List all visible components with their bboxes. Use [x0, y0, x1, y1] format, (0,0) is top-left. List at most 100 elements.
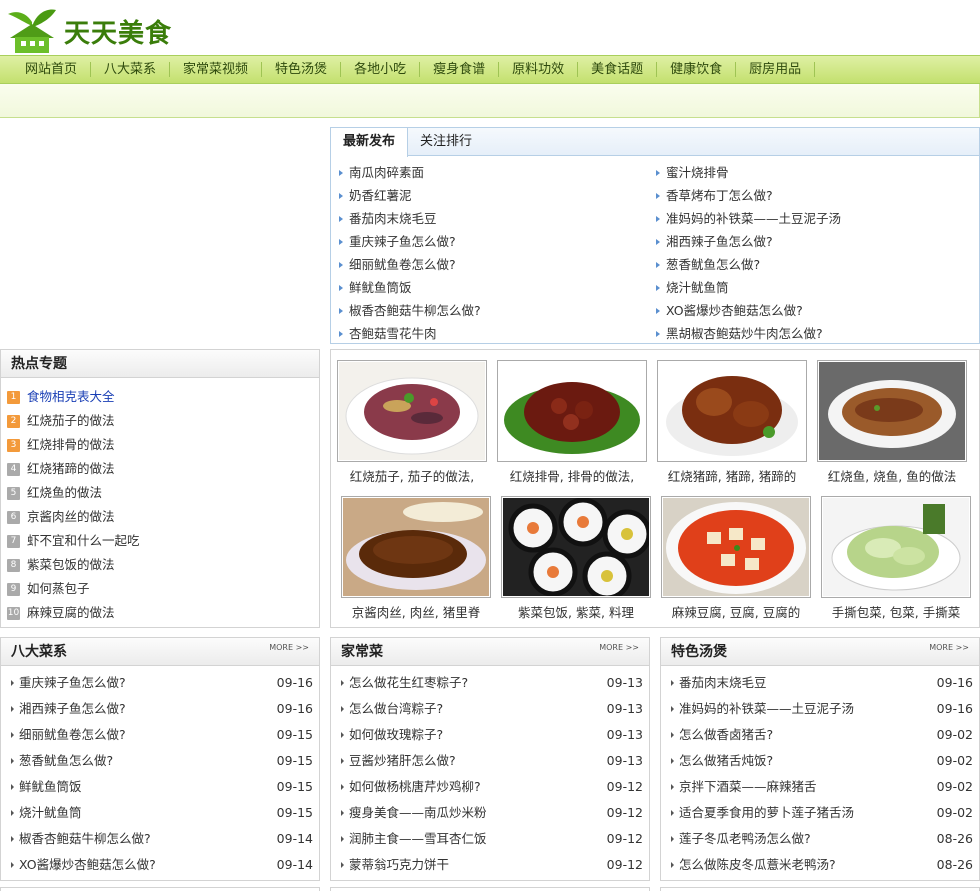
list-item-link[interactable]: 怎么做陈皮冬瓜薏米老鸭汤? — [671, 852, 836, 878]
list-item[interactable]: 9 如何蒸包子 — [7, 577, 319, 601]
list-item[interactable]: 豆酱炒猪肝怎么做? 09-13 — [341, 748, 643, 774]
list-item[interactable]: 重庆辣子鱼怎么做? 09-16 — [11, 670, 313, 696]
nav-item-snacks[interactable]: 各地小吃 — [341, 62, 421, 77]
list-item-link[interactable]: 番茄肉末烧毛豆 — [349, 211, 437, 226]
list-item[interactable]: 10 麻辣豆腐的做法 — [7, 601, 319, 625]
site-logo[interactable]: 天天美食 — [6, 8, 172, 54]
list-item[interactable]: 蜜汁烧排骨 — [654, 161, 971, 184]
dish-photo[interactable] — [501, 496, 651, 598]
list-item-link[interactable]: 奶香红薯泥 — [349, 188, 412, 203]
list-item-link[interactable]: 细丽鱿鱼卷怎么做? — [349, 257, 456, 272]
list-item-link[interactable]: 如何蒸包子 — [27, 577, 90, 601]
list-item-link[interactable]: 南瓜肉碎素面 — [349, 165, 424, 180]
list-item-link[interactable]: 湘西辣子鱼怎么做? — [666, 234, 773, 249]
list-item[interactable]: 葱香鱿鱼怎么做? — [654, 253, 971, 276]
list-item[interactable]: 湘西辣子鱼怎么做? — [654, 230, 971, 253]
list-item[interactable]: 葱香鱿鱼怎么做? 09-15 — [11, 748, 313, 774]
list-item[interactable]: 5 红烧鱼的做法 — [7, 481, 319, 505]
list-item[interactable]: 番茄肉末烧毛豆 09-16 — [671, 670, 973, 696]
list-item-link[interactable]: 虾不宜和什么一起吃 — [27, 529, 140, 553]
list-item[interactable]: 烧汁鱿鱼筒 — [654, 276, 971, 299]
list-item[interactable]: 怎么做猪舌炖饭? 09-02 — [671, 748, 973, 774]
nav-item-soups[interactable]: 特色汤煲 — [262, 62, 342, 77]
list-item[interactable]: 3 红烧排骨的做法 — [7, 433, 319, 457]
list-item-link[interactable]: 重庆辣子鱼怎么做? — [349, 234, 456, 249]
list-item[interactable]: 准妈妈的补铁菜——土豆泥子汤 — [654, 207, 971, 230]
photo-caption[interactable]: 京酱肉丝, 肉丝, 猪里脊 — [341, 602, 491, 621]
list-item-link[interactable]: 蜜汁烧排骨 — [666, 165, 729, 180]
photo-caption[interactable]: 手撕包菜, 包菜, 手撕菜 — [821, 602, 971, 621]
list-item-link[interactable]: 怎么做猪舌炖饭? — [671, 748, 773, 774]
list-item-link[interactable]: 麻辣豆腐的做法 — [27, 601, 115, 625]
list-item-link[interactable]: XO酱爆炒杏鲍菇怎么做? — [11, 852, 156, 878]
list-item[interactable]: 番茄肉末烧毛豆 — [337, 207, 654, 230]
nav-item-diet[interactable]: 瘦身食谱 — [420, 62, 500, 77]
list-item-link[interactable]: 准妈妈的补铁菜——土豆泥子汤 — [671, 696, 854, 722]
dish-photo[interactable] — [661, 496, 811, 598]
list-item[interactable]: 杏鲍菇雪花牛肉 — [337, 322, 654, 345]
list-item[interactable]: 如何做杨桃唐芹炒鸡柳? 09-12 — [341, 774, 643, 800]
list-item-link[interactable]: 鲜鱿鱼筒饭 — [349, 280, 412, 295]
list-item[interactable]: 京拌下酒菜——麻辣猪舌 09-02 — [671, 774, 973, 800]
list-item-link[interactable]: 香草烤布丁怎么做? — [666, 188, 773, 203]
list-item-link[interactable]: 京拌下酒菜——麻辣猪舌 — [671, 774, 817, 800]
list-item[interactable]: 烧汁鱿鱼筒 09-15 — [11, 800, 313, 826]
list-item-link[interactable]: 湘西辣子鱼怎么做? — [11, 696, 126, 722]
list-item-link[interactable]: 杏鲍菇雪花牛肉 — [349, 326, 437, 341]
dish-photo[interactable] — [817, 360, 967, 462]
list-item[interactable]: 细丽鱿鱼卷怎么做? — [337, 253, 654, 276]
more-link[interactable]: MORE >> — [599, 638, 639, 658]
list-item-link[interactable]: 红烧茄子的做法 — [27, 409, 115, 433]
dish-photo[interactable] — [341, 496, 491, 598]
list-item-link[interactable]: 莲子冬瓜老鸭汤怎么做? — [671, 826, 811, 852]
nav-item-cuisines[interactable]: 八大菜系 — [91, 62, 171, 77]
nav-item-topics[interactable]: 美食话题 — [578, 62, 658, 77]
list-item[interactable]: 重庆辣子鱼怎么做? — [337, 230, 654, 253]
photo-caption[interactable]: 红烧茄子, 茄子的做法, — [337, 466, 487, 485]
more-link[interactable]: MORE >> — [929, 638, 969, 658]
list-item[interactable]: 南瓜肉碎素面 — [337, 161, 654, 184]
list-item[interactable]: XO酱爆炒杏鲍菇怎么做? 09-14 — [11, 852, 313, 878]
list-item-link[interactable]: 准妈妈的补铁菜——土豆泥子汤 — [666, 211, 841, 226]
list-item-link[interactable]: 怎么做台湾粽子? — [341, 696, 443, 722]
list-item-link[interactable]: 怎么做花生红枣粽子? — [341, 670, 468, 696]
list-item-link[interactable]: XO酱爆炒杏鲍菇怎么做? — [666, 303, 803, 318]
photo-caption[interactable]: 麻辣豆腐, 豆腐, 豆腐的 — [661, 602, 811, 621]
photo-caption[interactable]: 紫菜包饭, 紫菜, 料理 — [501, 602, 651, 621]
list-item[interactable]: 怎么做香卤猪舌? 09-02 — [671, 722, 973, 748]
list-item-link[interactable]: 红烧鱼的做法 — [27, 481, 102, 505]
list-item[interactable]: 6 京酱肉丝的做法 — [7, 505, 319, 529]
photo-card[interactable]: 紫菜包饭, 紫菜, 料理 — [501, 496, 651, 621]
list-item-link[interactable]: 葱香鱿鱼怎么做? — [11, 748, 113, 774]
list-item[interactable]: 怎么做花生红枣粽子? 09-13 — [341, 670, 643, 696]
list-item[interactable]: 黑胡椒杏鲍菇炒牛肉怎么做? — [654, 322, 971, 345]
photo-caption[interactable]: 红烧排骨, 排骨的做法, — [497, 466, 647, 485]
dish-photo[interactable] — [821, 496, 971, 598]
dish-photo[interactable] — [337, 360, 487, 462]
photo-card[interactable]: 红烧猪蹄, 猪蹄, 猪蹄的 — [657, 360, 807, 485]
list-item-link[interactable]: 红烧排骨的做法 — [27, 433, 115, 457]
list-item-link[interactable]: 瘦身美食——南瓜炒米粉 — [341, 800, 487, 826]
list-item-link[interactable]: 京酱肉丝的做法 — [27, 505, 115, 529]
list-item-link[interactable]: 如何做杨桃唐芹炒鸡柳? — [341, 774, 481, 800]
list-item[interactable]: 如何做玫瑰粽子? 09-13 — [341, 722, 643, 748]
list-item[interactable]: 准妈妈的补铁菜——土豆泥子汤 09-16 — [671, 696, 973, 722]
dish-photo[interactable] — [497, 360, 647, 462]
photo-card[interactable]: 红烧茄子, 茄子的做法, — [337, 360, 487, 485]
list-item[interactable]: 莲子冬瓜老鸭汤怎么做? 08-26 — [671, 826, 973, 852]
list-item[interactable]: 鲜鱿鱼筒饭 — [337, 276, 654, 299]
dish-photo[interactable] — [657, 360, 807, 462]
list-item-link[interactable]: 食物相克表大全 — [27, 385, 115, 409]
list-item-link[interactable]: 黑胡椒杏鲍菇炒牛肉怎么做? — [666, 326, 823, 341]
nav-item-health[interactable]: 健康饮食 — [657, 62, 737, 77]
list-item-link[interactable]: 豆酱炒猪肝怎么做? — [341, 748, 456, 774]
list-item-link[interactable]: 润肺主食——雪耳杏仁饭 — [341, 826, 487, 852]
photo-card[interactable]: 麻辣豆腐, 豆腐, 豆腐的 — [661, 496, 811, 621]
list-item[interactable]: XO酱爆炒杏鲍菇怎么做? — [654, 299, 971, 322]
nav-item-ingredients[interactable]: 原料功效 — [499, 62, 579, 77]
list-item[interactable]: 4 红烧猪蹄的做法 — [7, 457, 319, 481]
photo-card[interactable]: 手撕包菜, 包菜, 手撕菜 — [821, 496, 971, 621]
list-item[interactable]: 细丽鱿鱼卷怎么做? 09-15 — [11, 722, 313, 748]
list-item[interactable]: 7 虾不宜和什么一起吃 — [7, 529, 319, 553]
list-item[interactable]: 鲜鱿鱼筒饭 09-15 — [11, 774, 313, 800]
